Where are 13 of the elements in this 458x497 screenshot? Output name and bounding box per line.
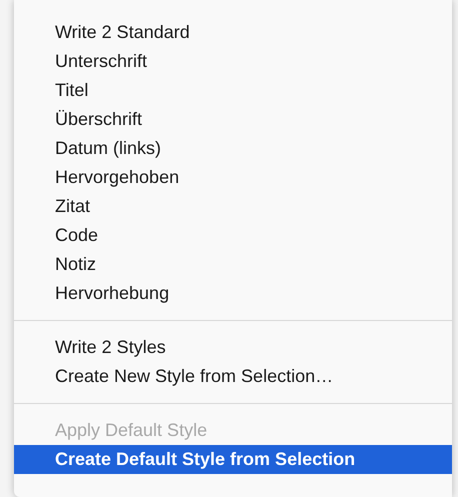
menu-item[interactable]: Hervorgehoben: [14, 163, 452, 192]
menu-item[interactable]: Zitat: [14, 192, 452, 221]
menu-item[interactable]: Write 2 Standard: [14, 18, 452, 47]
menu-item[interactable]: Überschrift: [14, 105, 452, 134]
menu-item[interactable]: Create Default Style from Selection: [14, 445, 452, 474]
menu-item[interactable]: Datum (links): [14, 134, 452, 163]
menu-item[interactable]: Write 2 Styles: [14, 333, 452, 362]
menu-item[interactable]: Hervorhebung: [14, 279, 452, 308]
menu-item[interactable]: Unterschrift: [14, 47, 452, 76]
menu-item[interactable]: Create New Style from Selection…: [14, 362, 452, 391]
menu-item[interactable]: Notiz: [14, 250, 452, 279]
menu-item[interactable]: Code: [14, 221, 452, 250]
menu-item[interactable]: Titel: [14, 76, 452, 105]
